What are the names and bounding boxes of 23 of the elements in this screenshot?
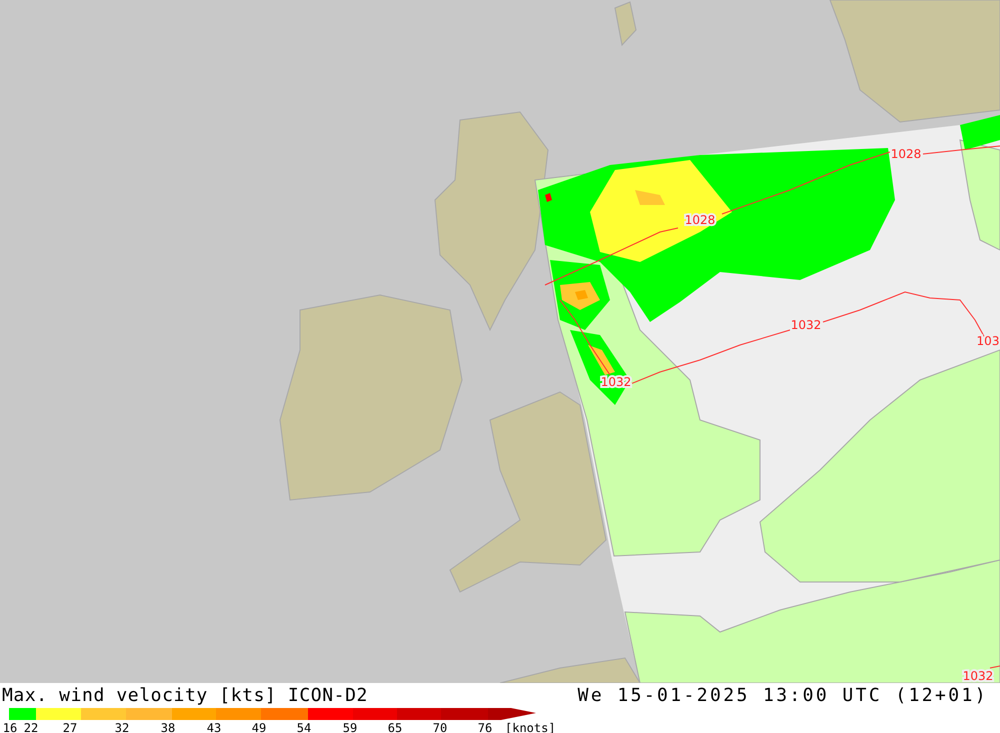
- isobar-label: 1028: [684, 213, 716, 227]
- isobar-label: 1028: [890, 147, 922, 161]
- scale-tick-label: 59: [342, 721, 358, 733]
- scale-tick-label: 70: [432, 721, 448, 733]
- scale-tick-label: 16: [2, 721, 18, 733]
- scale-tick-label: 27: [62, 721, 78, 733]
- scale-tick-label: 22: [24, 721, 38, 733]
- island: [614, 1, 637, 46]
- isobar-label: 103: [976, 334, 1000, 348]
- scale-tick-label: 43: [206, 721, 222, 733]
- scale-tick-label: 49: [252, 721, 266, 733]
- scale-tick-label: 32: [114, 721, 130, 733]
- isobar-label: 1032: [962, 669, 994, 683]
- map-title: Max. wind velocity [kts] ICON-D2: [2, 685, 368, 706]
- isobar-label: 1032: [600, 375, 632, 389]
- scale-tick-label: 38: [160, 721, 176, 733]
- wind-speed-patch: [960, 115, 1000, 150]
- isobar-line: [990, 666, 1000, 668]
- scale-tick-label: 54: [296, 721, 312, 733]
- scale-tick-label: 76: [478, 721, 492, 733]
- forecast-time: We 15-01-2025 13:00 UTC (12+01): [578, 685, 988, 706]
- isobar-label: 1032: [790, 318, 822, 332]
- scale-tick-label: 65: [388, 721, 402, 733]
